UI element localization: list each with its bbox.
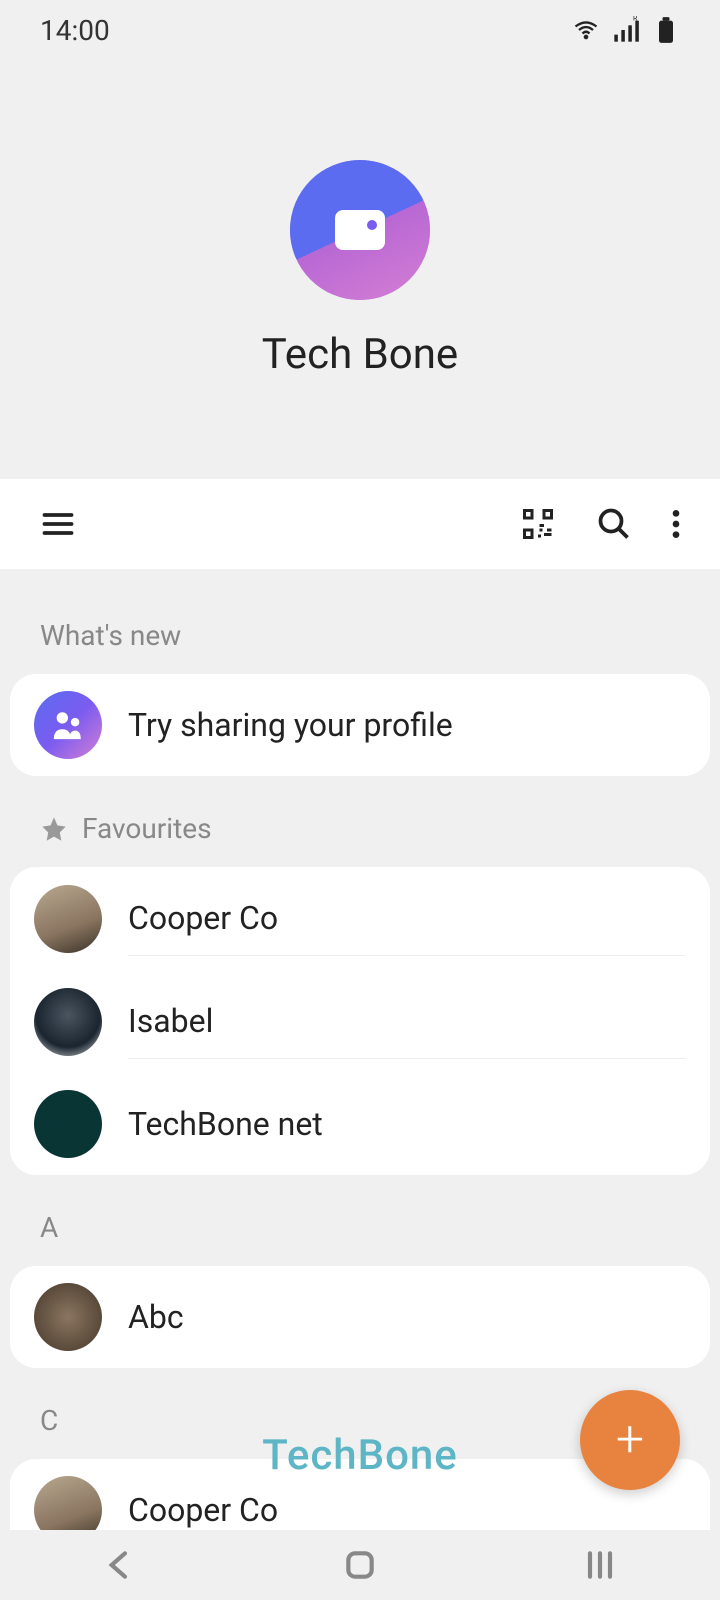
status-icons: R [572, 16, 680, 44]
section-a-card: Abc [10, 1266, 710, 1368]
qr-icon[interactable] [520, 506, 556, 542]
whats-new-card: Try sharing your profile [10, 674, 710, 776]
contact-item-isabel[interactable]: Isabel [10, 970, 710, 1073]
profile-name: Tech Bone [262, 330, 458, 379]
signal-icon: R [612, 16, 640, 44]
section-a-header: A [0, 1181, 720, 1260]
avatar [34, 1090, 102, 1158]
svg-text:R: R [633, 16, 638, 23]
watermark: TechBone [262, 1431, 458, 1480]
back-icon[interactable] [100, 1545, 140, 1585]
profile-header: Tech Bone [0, 60, 720, 479]
contact-name: Isabel [128, 1002, 686, 1040]
more-icon[interactable] [672, 506, 680, 542]
home-icon[interactable] [340, 1545, 380, 1585]
status-time: 14:00 [40, 14, 110, 47]
search-icon[interactable] [596, 506, 632, 542]
contact-name: Cooper Co [128, 899, 686, 937]
contact-item-techbone[interactable]: TechBone net [10, 1073, 710, 1175]
avatar [34, 988, 102, 1056]
favourites-header: Favourites [0, 782, 720, 861]
toolbar [0, 479, 720, 569]
share-profile-icon [34, 691, 102, 759]
star-icon [40, 815, 68, 843]
whats-new-label: What's new [40, 619, 181, 652]
wifi-icon [572, 16, 600, 44]
profile-avatar[interactable] [290, 160, 430, 300]
contact-name: Cooper Co [128, 1491, 686, 1529]
whats-new-header: What's new [0, 569, 720, 668]
status-bar: 14:00 R [0, 0, 720, 60]
contact-item-cooper[interactable]: Cooper Co [10, 867, 710, 970]
camera-icon [335, 210, 385, 250]
recents-icon[interactable] [580, 1545, 620, 1585]
contact-item-abc[interactable]: Abc [10, 1266, 710, 1368]
nav-bar [0, 1530, 720, 1600]
section-c-label: C [40, 1404, 58, 1437]
contact-name: TechBone net [128, 1105, 686, 1143]
contact-name: Abc [128, 1298, 686, 1336]
try-sharing-item[interactable]: Try sharing your profile [10, 674, 710, 776]
add-contact-fab[interactable]: + [580, 1390, 680, 1490]
plus-icon: + [616, 1411, 644, 1469]
favourites-label: Favourites [82, 812, 212, 845]
avatar [34, 885, 102, 953]
contact-name: Try sharing your profile [128, 706, 686, 744]
menu-icon[interactable] [40, 506, 76, 542]
battery-icon [652, 16, 680, 44]
favourites-card: Cooper Co Isabel TechBone net [10, 867, 710, 1175]
avatar [34, 1283, 102, 1351]
section-a-label: A [40, 1211, 58, 1244]
